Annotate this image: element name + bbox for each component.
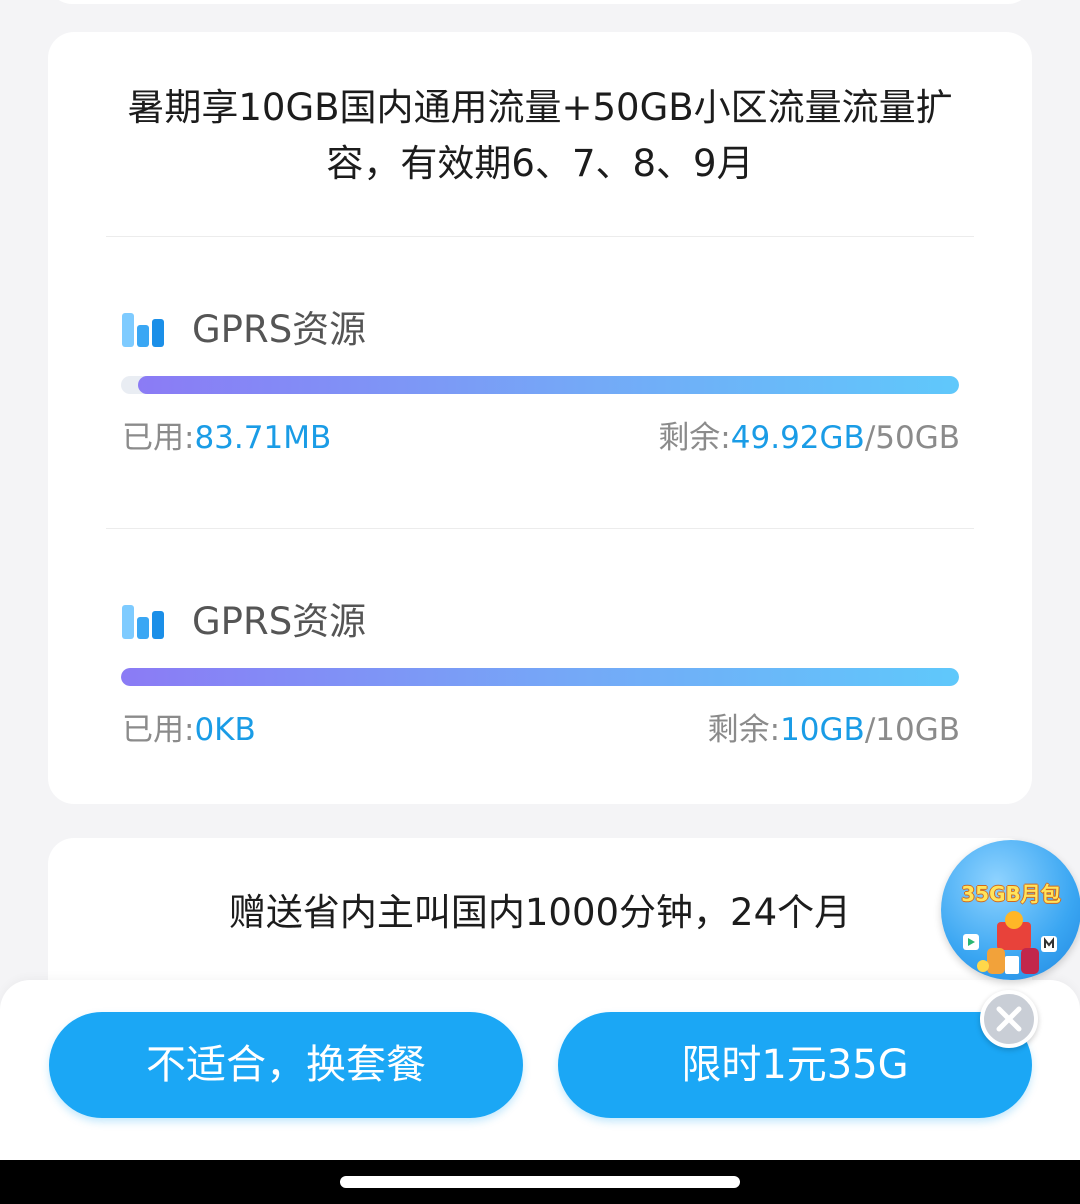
promo-label: 35GB月包 bbox=[961, 882, 1061, 906]
switch-plan-button[interactable]: 不适合，换套餐 bbox=[49, 1012, 523, 1118]
resource-item-gprs-1: GPRS资源 已用:83.71MB 剩余:49.92GB/50GB bbox=[48, 308, 1032, 478]
remaining-label: 剩余: bbox=[707, 712, 781, 748]
remaining-amount: 剩余:10GB/10GB bbox=[708, 710, 960, 750]
bottom-action-bar: 不适合，换套餐 限时1元35G bbox=[0, 980, 1080, 1160]
resource-name: GPRS资源 bbox=[192, 600, 367, 643]
system-navigation-bar bbox=[0, 1160, 1080, 1204]
remaining-value: 49.92GB bbox=[730, 420, 865, 456]
remaining-amount: 剩余:49.92GB/50GB bbox=[658, 418, 960, 458]
minutes-title: 赠送省内主叫国内1000分钟，24个月 bbox=[228, 891, 852, 934]
gift-promo-icon bbox=[963, 911, 1057, 974]
used-label: 已用: bbox=[122, 712, 195, 748]
remaining-label: 剩余: bbox=[658, 420, 731, 456]
close-promo-button[interactable] bbox=[980, 990, 1038, 1048]
resource-header: GPRS资源 bbox=[122, 600, 366, 644]
close-icon bbox=[996, 1006, 1022, 1032]
total-value: /10GB bbox=[864, 712, 960, 748]
divider bbox=[106, 528, 974, 529]
resource-header: GPRS资源 bbox=[122, 308, 366, 352]
used-label: 已用: bbox=[122, 420, 195, 456]
usage-progress-bar bbox=[121, 668, 959, 686]
limited-offer-button[interactable]: 限时1元35G bbox=[558, 1012, 1032, 1118]
divider bbox=[106, 236, 974, 237]
home-indicator[interactable] bbox=[340, 1176, 740, 1188]
plan-resources-card: 暑期享10GB国内通用流量+50GB小区流量流量扩容，有效期6、7、8、9月 G… bbox=[48, 32, 1032, 804]
total-value: /50GB bbox=[864, 420, 960, 456]
resource-item-gprs-2: GPRS资源 已用:0KB 剩余:10GB/10GB bbox=[48, 600, 1032, 770]
remaining-value: 10GB bbox=[780, 712, 865, 748]
usage-progress-fill bbox=[121, 668, 959, 686]
usage-progress-fill bbox=[137, 376, 959, 394]
promo-badge[interactable]: 35GB月包 bbox=[941, 840, 1080, 980]
used-amount: 已用:0KB bbox=[122, 710, 256, 750]
usage-progress-bar bbox=[121, 376, 959, 394]
plan-title: 暑期享10GB国内通用流量+50GB小区流量流量扩容，有效期6、7、8、9月 bbox=[127, 86, 953, 185]
used-value: 83.71MB bbox=[194, 420, 332, 456]
previous-card-bottom bbox=[48, 0, 1032, 4]
bar-chart-icon bbox=[122, 313, 164, 347]
resource-name: GPRS资源 bbox=[192, 308, 367, 351]
used-amount: 已用:83.71MB bbox=[122, 418, 331, 458]
bar-chart-icon bbox=[122, 605, 164, 639]
used-value: 0KB bbox=[194, 712, 256, 748]
